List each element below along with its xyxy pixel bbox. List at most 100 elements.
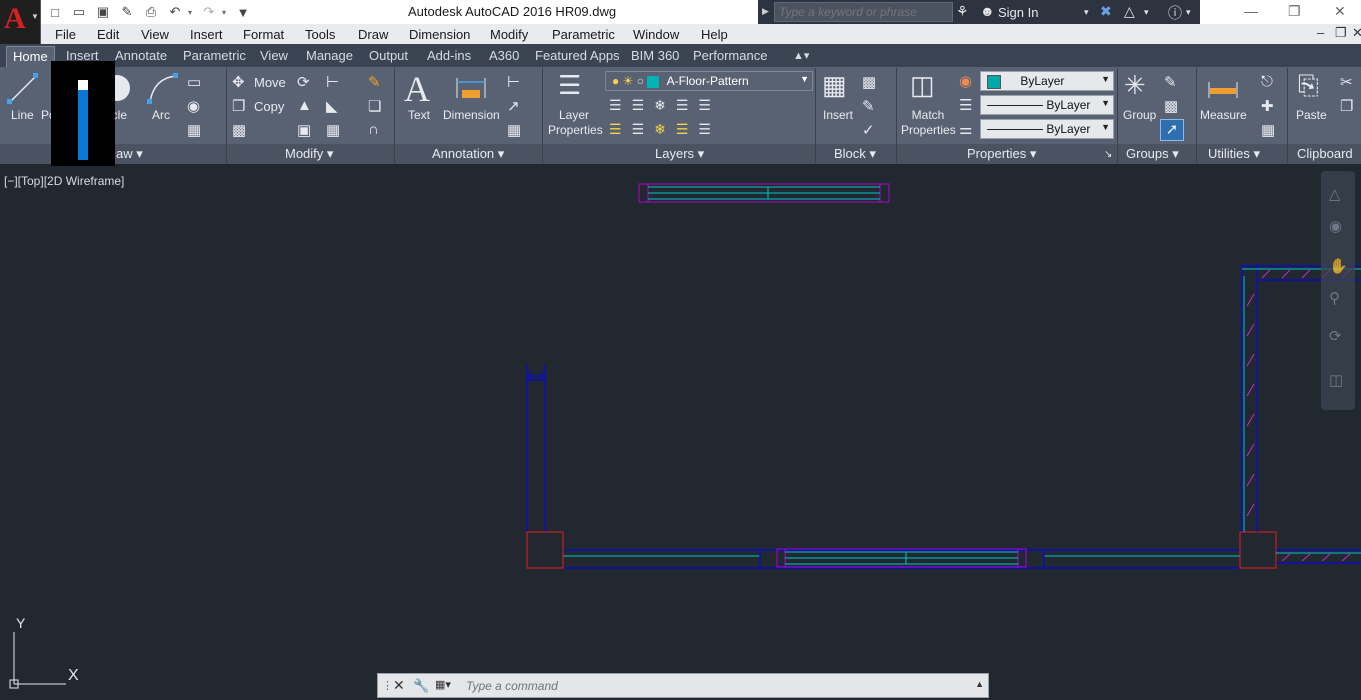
layer-on-icon[interactable]: ☰ <box>609 121 632 137</box>
layer-dropdown[interactable]: ● ☀ ○ A-Floor-Pattern ▼ <box>605 71 813 91</box>
match-properties-button[interactable]: Match Properties <box>901 108 956 138</box>
panel-title-block[interactable]: Block ▾ <box>834 146 876 162</box>
panel-title-properties[interactable]: Properties ▾ <box>967 146 1036 162</box>
tab-manage[interactable]: Manage <box>306 48 353 63</box>
window-top[interactable] <box>638 183 890 203</box>
new-file-icon[interactable]: □ <box>44 2 66 22</box>
open-file-icon[interactable]: ▭ <box>68 2 90 22</box>
binoculars-icon[interactable]: ⚘ <box>956 3 969 20</box>
layer-walk-icon[interactable]: ☰ <box>698 121 721 137</box>
wall-left[interactable] <box>526 365 546 532</box>
undo-dropdown-icon[interactable]: ▾ <box>188 8 196 17</box>
viewcube-icon[interactable]: △ <box>1329 185 1341 203</box>
copy-button[interactable]: Copy <box>254 99 284 114</box>
layer-match-icon[interactable]: ☰ <box>698 97 721 113</box>
customize-qat-icon[interactable]: ▼ <box>232 2 254 22</box>
orbit-icon[interactable]: ⟳ <box>1329 327 1342 345</box>
layer-unlock-icon[interactable]: ☰ <box>676 121 699 137</box>
menu-dimension[interactable]: Dimension <box>409 27 470 42</box>
linetype-icon[interactable]: ⚌ <box>959 120 972 138</box>
menu-edit[interactable]: Edit <box>97 27 119 42</box>
menu-insert[interactable]: Insert <box>190 27 223 42</box>
grip-icon[interactable]: ⋮ <box>382 679 393 692</box>
rotate-icon[interactable]: ⟳ <box>297 73 310 91</box>
sign-in-dropdown-icon[interactable]: ▾ <box>1084 7 1089 18</box>
layer-thaw-icon[interactable]: ❄ <box>654 121 676 137</box>
linear-dimension-icon[interactable]: ⊢ <box>507 73 520 91</box>
linetype-dropdown[interactable]: ByLayer ▼ <box>980 119 1114 139</box>
line-icon[interactable] <box>6 72 40 106</box>
a360-dropdown-icon[interactable]: ▾ <box>1144 7 1149 18</box>
tab-featured-apps[interactable]: Featured Apps <box>535 48 620 63</box>
panel-title-groups[interactable]: Groups ▾ <box>1126 146 1179 162</box>
tab-output[interactable]: Output <box>369 48 408 63</box>
print-icon[interactable]: ⎙ <box>140 2 162 22</box>
tab-a360[interactable]: A360 <box>489 48 519 63</box>
dimension-button[interactable]: Dimension <box>443 108 500 123</box>
layer-isolate-icon[interactable]: ☰ <box>632 97 655 113</box>
panel-title-clipboard[interactable]: Clipboard <box>1297 146 1353 161</box>
autodesk-a360-icon[interactable]: △ <box>1124 3 1135 20</box>
insert-block-icon[interactable]: ▦ <box>822 70 847 101</box>
fillet-icon[interactable]: ◣ <box>326 97 338 115</box>
quick-select-icon[interactable]: ⎋ <box>1261 73 1273 90</box>
menu-window[interactable]: Window <box>633 27 679 42</box>
menu-format[interactable]: Format <box>243 27 284 42</box>
arc-button[interactable]: Arc <box>152 108 170 123</box>
group-edit-icon[interactable]: ▩ <box>1164 97 1178 115</box>
panel-title-layers[interactable]: Layers ▾ <box>655 146 704 162</box>
undo-icon[interactable]: ↶ <box>164 2 186 22</box>
copy-icon[interactable]: ❐ <box>232 97 245 115</box>
layer-properties-icon[interactable]: ☰ <box>558 70 581 101</box>
search-input[interactable] <box>774 2 953 22</box>
table-icon[interactable]: ▦ <box>507 121 521 139</box>
close-icon[interactable]: ✕ <box>1334 3 1346 20</box>
panel-title-utilities[interactable]: Utilities ▾ <box>1208 146 1260 162</box>
tab-annotate[interactable]: Annotate <box>115 48 167 63</box>
menu-view[interactable]: View <box>141 27 169 42</box>
text-icon[interactable]: A <box>404 68 430 110</box>
edit-attributes-icon[interactable]: ✓ <box>862 121 875 139</box>
minimize-icon[interactable]: — <box>1244 3 1258 19</box>
menu-modify[interactable]: Modify <box>490 27 528 42</box>
move-button[interactable]: Move <box>254 75 286 90</box>
redo-icon[interactable]: ↷ <box>198 2 220 22</box>
arc-icon[interactable] <box>146 72 180 106</box>
scale-icon[interactable]: ▣ <box>297 121 311 139</box>
lineweight-dropdown[interactable]: ByLayer ▼ <box>980 95 1114 115</box>
doc-close-icon[interactable]: ✕ <box>1352 25 1361 41</box>
restore-icon[interactable]: ❐ <box>1288 3 1301 20</box>
line-button[interactable]: Line <box>11 108 34 123</box>
layer-off-icon[interactable]: ☰ <box>609 97 632 113</box>
help-icon[interactable]: ⓘ <box>1168 3 1182 23</box>
rectangle-icon[interactable]: ▭ <box>187 73 201 91</box>
edit-block-icon[interactable]: ✎ <box>862 97 875 115</box>
paste-button[interactable]: Paste <box>1296 108 1327 123</box>
menu-draw[interactable]: Draw <box>358 27 388 42</box>
properties-dialog-launcher-icon[interactable]: ↘ <box>1104 149 1112 160</box>
save-icon[interactable]: ▣ <box>92 2 114 22</box>
sign-in-button[interactable]: Sign In <box>998 5 1038 20</box>
insert-button[interactable]: Insert <box>823 108 853 123</box>
lineweight-icon[interactable]: ☰ <box>959 96 972 114</box>
close-command-line-icon[interactable]: ✕ <box>393 677 405 694</box>
customize-icon[interactable]: 🔧 <box>413 678 429 694</box>
mirror-icon[interactable]: ▲ <box>297 97 312 114</box>
user-icon[interactable]: ☻ <box>980 3 995 19</box>
menu-tools[interactable]: Tools <box>305 27 335 42</box>
ribbon-minimize-icon[interactable]: ▲▾ <box>793 49 809 62</box>
pan-icon[interactable]: ✋ <box>1329 257 1348 275</box>
save-as-icon[interactable]: ✎ <box>116 2 138 22</box>
explode-icon[interactable]: ❏ <box>368 97 381 115</box>
array-icon[interactable]: ▦ <box>326 121 340 139</box>
panel-title-modify[interactable]: Modify ▾ <box>285 146 333 162</box>
showmotion-icon[interactable]: ◫ <box>1329 371 1343 389</box>
steering-wheel-icon[interactable]: ◉ <box>1329 217 1342 235</box>
tab-performance[interactable]: Performance <box>693 48 767 63</box>
offset-icon[interactable]: ∩ <box>368 121 379 138</box>
leader-icon[interactable]: ↗ <box>507 97 520 115</box>
command-input[interactable] <box>466 678 966 694</box>
text-button[interactable]: Text <box>408 108 430 123</box>
drawing-viewport[interactable]: [−][Top][2D Wireframe] Y X △ ◉ ✋ ⚲ ⟳ ◫ ⋮… <box>0 166 1361 700</box>
tab-bim-360[interactable]: BIM 360 <box>631 48 679 63</box>
